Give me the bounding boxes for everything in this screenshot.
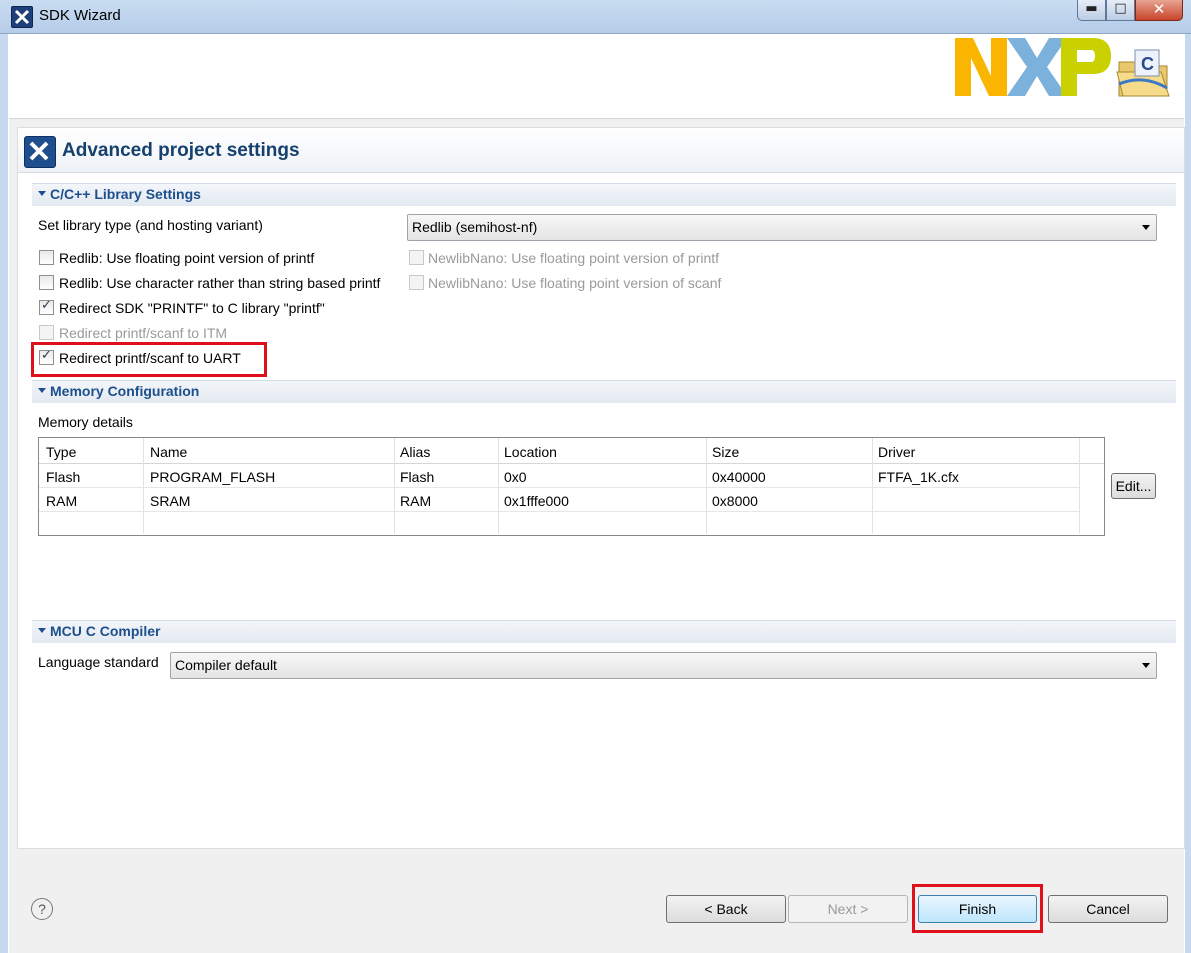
library-type-select[interactable]: Redlib (semihost-nf) [407, 214, 1157, 241]
column-header-size[interactable]: Size [712, 444, 739, 460]
section-title: C/C++ Library Settings [50, 186, 201, 202]
newlibnano-float-printf-label: NewlibNano: Use floating point version o… [428, 250, 720, 266]
collapse-triangle-icon [38, 628, 46, 633]
cell-alias: RAM [400, 493, 432, 509]
section-title: MCU C Compiler [50, 623, 161, 639]
cell-driver: FTFA_1K.cfx [878, 469, 959, 485]
memory-table-header: Type Name Alias Location Size Driver [39, 438, 1104, 464]
collapse-triangle-icon [38, 388, 46, 393]
memory-details-label: Memory details [38, 414, 133, 430]
column-header-location[interactable]: Location [504, 444, 557, 460]
highlight-box-finish [912, 884, 1043, 933]
cell-name: PROGRAM_FLASH [150, 469, 276, 485]
column-divider [498, 438, 499, 534]
collapse-triangle-icon [38, 191, 46, 196]
cancel-button[interactable]: Cancel [1048, 895, 1168, 923]
column-divider [1079, 438, 1080, 534]
close-icon: ✕ [1152, 0, 1166, 18]
newlibnano-float-printf-checkbox[interactable] [409, 250, 424, 265]
wizard-client-area: C Advanced project settings C/C++ Librar… [9, 34, 1185, 953]
redlib-char-printf-checkbox[interactable] [39, 275, 54, 290]
cell-type: RAM [46, 493, 78, 509]
section-mcu-c-compiler[interactable]: MCU C Compiler [32, 620, 1176, 643]
maximize-button[interactable]: □ [1106, 0, 1135, 21]
redlib-float-printf-label: Redlib: Use floating point version of pr… [59, 250, 315, 266]
minimize-button[interactable]: ▬ [1077, 0, 1106, 21]
cell-size: 0x8000 [712, 493, 758, 509]
maximize-icon: □ [1114, 1, 1127, 16]
cell-size: 0x40000 [712, 469, 766, 485]
redirect-sdk-printf-label: Redirect SDK "PRINTF" to C library "prin… [59, 300, 325, 316]
section-library-settings[interactable]: C/C++ Library Settings [32, 183, 1176, 206]
cell-location: 0x1fffe000 [504, 493, 569, 509]
column-header-type[interactable]: Type [46, 444, 76, 460]
minimize-icon: ▬ [1085, 1, 1098, 16]
column-divider [706, 438, 707, 534]
redlib-char-printf-label: Redlib: Use character rather than string… [59, 275, 381, 291]
redirect-sdk-printf-checkbox[interactable]: ✓ [39, 298, 54, 315]
row-divider [39, 487, 1079, 488]
highlight-box-uart [31, 342, 267, 377]
redirect-itm-checkbox[interactable] [39, 325, 54, 340]
newlibnano-float-scanf-checkbox[interactable] [409, 275, 424, 290]
row-divider [39, 511, 1079, 512]
wizard-banner: C [9, 34, 1184, 119]
column-divider [394, 438, 395, 534]
language-standard-value: Compiler default [175, 657, 277, 673]
column-divider [143, 438, 144, 534]
library-type-label: Set library type (and hosting variant) [38, 217, 263, 233]
library-type-value: Redlib (semihost-nf) [412, 219, 538, 235]
cell-type: Flash [46, 469, 81, 485]
dropdown-arrow-icon [1142, 663, 1150, 668]
redlib-float-printf-checkbox[interactable] [39, 250, 54, 265]
check-icon: ✓ [41, 298, 52, 313]
window-title: SDK Wizard [39, 7, 121, 24]
next-button[interactable]: Next > [788, 895, 908, 923]
language-standard-label: Language standard [38, 654, 159, 670]
newlibnano-float-scanf-label: NewlibNano: Use floating point version o… [428, 275, 722, 291]
language-standard-select[interactable]: Compiler default [170, 652, 1157, 679]
svg-text:C: C [1141, 54, 1154, 74]
cell-alias: Flash [400, 469, 435, 485]
section-title: Memory Configuration [50, 383, 200, 399]
settings-panel: Advanced project settings C/C++ Library … [17, 127, 1185, 849]
section-memory-configuration[interactable]: Memory Configuration [32, 380, 1176, 403]
close-button[interactable]: ✕ [1135, 0, 1183, 21]
back-button[interactable]: < Back [666, 895, 786, 923]
nxp-logo [955, 38, 1111, 96]
page-title: Advanced project settings [62, 140, 300, 161]
column-header-driver[interactable]: Driver [878, 444, 915, 460]
memory-table[interactable]: Type Name Alias Location Size Driver Fla… [38, 437, 1105, 536]
app-icon [11, 6, 33, 28]
cell-location: 0x0 [504, 469, 527, 485]
edit-memory-button[interactable]: Edit... [1111, 473, 1156, 499]
column-header-alias[interactable]: Alias [400, 444, 430, 460]
cell-name: SRAM [150, 493, 191, 509]
panel-header: Advanced project settings [18, 128, 1184, 173]
column-header-name[interactable]: Name [150, 444, 187, 460]
title-bar: SDK Wizard ▬ □ ✕ [0, 0, 1191, 34]
c-project-folder-icon: C [1116, 49, 1170, 97]
window-frame-right [1185, 34, 1191, 953]
dropdown-arrow-icon [1142, 225, 1150, 230]
window-frame-left [0, 34, 8, 953]
wizard-x-icon [24, 136, 56, 168]
redirect-itm-label: Redirect printf/scanf to ITM [59, 325, 228, 341]
column-divider [872, 438, 873, 534]
help-icon[interactable]: ? [31, 898, 53, 920]
